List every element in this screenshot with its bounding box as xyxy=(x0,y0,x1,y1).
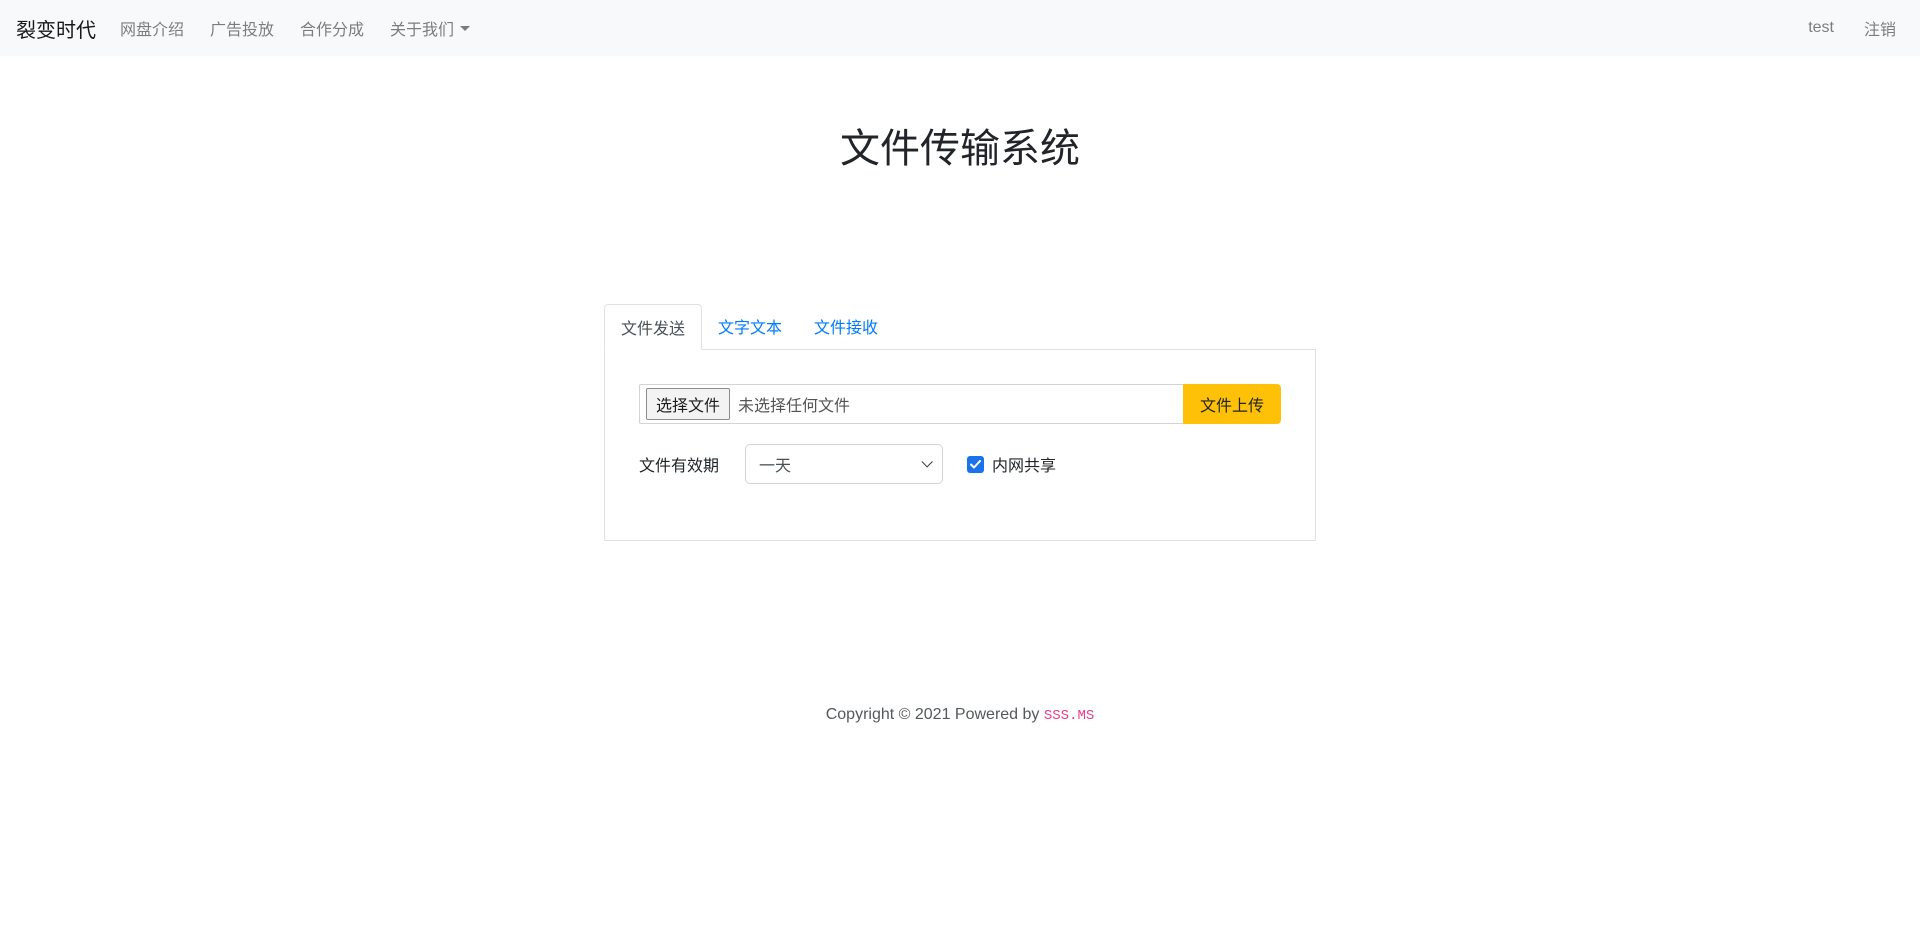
selected-file-name: 未选择任何文件 xyxy=(738,392,850,416)
page-title: 文件传输系统 xyxy=(0,125,1920,173)
copyright-text: Copyright © 2021 Powered by xyxy=(826,706,1040,723)
upload-card: 文件发送 文字文本 文件接收 选择文件 未选择任何文件 文件上传 文件有效期 一… xyxy=(604,304,1316,541)
nav-item-about-us-dropdown[interactable]: 关于我们 xyxy=(382,8,478,48)
brand-link[interactable]: 裂变时代 xyxy=(16,14,96,43)
upload-button[interactable]: 文件上传 xyxy=(1183,384,1281,424)
lan-share-option: 内网共享 xyxy=(967,452,1056,476)
lan-share-label: 内网共享 xyxy=(992,452,1056,476)
check-icon xyxy=(970,460,981,469)
file-send-panel: 选择文件 未选择任何文件 文件上传 文件有效期 一天 内网共享 xyxy=(604,350,1316,541)
navbar: 裂变时代 网盘介绍 广告投放 合作分成 关于我们 test 注销 xyxy=(0,0,1920,56)
nav-item-disk-intro[interactable]: 网盘介绍 xyxy=(112,8,192,48)
lan-share-checkbox[interactable] xyxy=(967,456,984,473)
nav-item-ad-placement[interactable]: 广告投放 xyxy=(202,8,282,48)
expiry-selected-value: 一天 xyxy=(759,452,791,476)
tab-text-content[interactable]: 文字文本 xyxy=(702,304,798,349)
footer: Copyright © 2021 Powered by SSS.MS xyxy=(0,706,1920,724)
logout-link[interactable]: 注销 xyxy=(1856,8,1904,48)
tab-file-send[interactable]: 文件发送 xyxy=(604,304,702,350)
choose-file-button[interactable]: 选择文件 xyxy=(646,388,730,420)
nav-item-about-us-label: 关于我们 xyxy=(390,16,454,40)
navbar-menu: 网盘介绍 广告投放 合作分成 关于我们 xyxy=(112,8,1786,48)
file-input[interactable]: 选择文件 未选择任何文件 xyxy=(639,384,1183,424)
nav-item-cooperation[interactable]: 合作分成 xyxy=(292,8,372,48)
tab-file-receive[interactable]: 文件接收 xyxy=(798,304,894,349)
caret-down-icon xyxy=(460,26,470,31)
chevron-down-icon xyxy=(921,456,932,467)
username-link[interactable]: test xyxy=(1800,11,1842,45)
powered-by-link[interactable]: SSS.MS xyxy=(1044,708,1094,724)
file-upload-group: 选择文件 未选择任何文件 文件上传 xyxy=(639,384,1281,424)
expiry-label: 文件有效期 xyxy=(639,452,719,476)
upload-options-row: 文件有效期 一天 内网共享 xyxy=(639,444,1281,484)
tab-bar: 文件发送 文字文本 文件接收 xyxy=(604,304,1316,350)
expiry-select[interactable]: 一天 xyxy=(745,444,943,484)
navbar-right: test 注销 xyxy=(1786,8,1904,48)
